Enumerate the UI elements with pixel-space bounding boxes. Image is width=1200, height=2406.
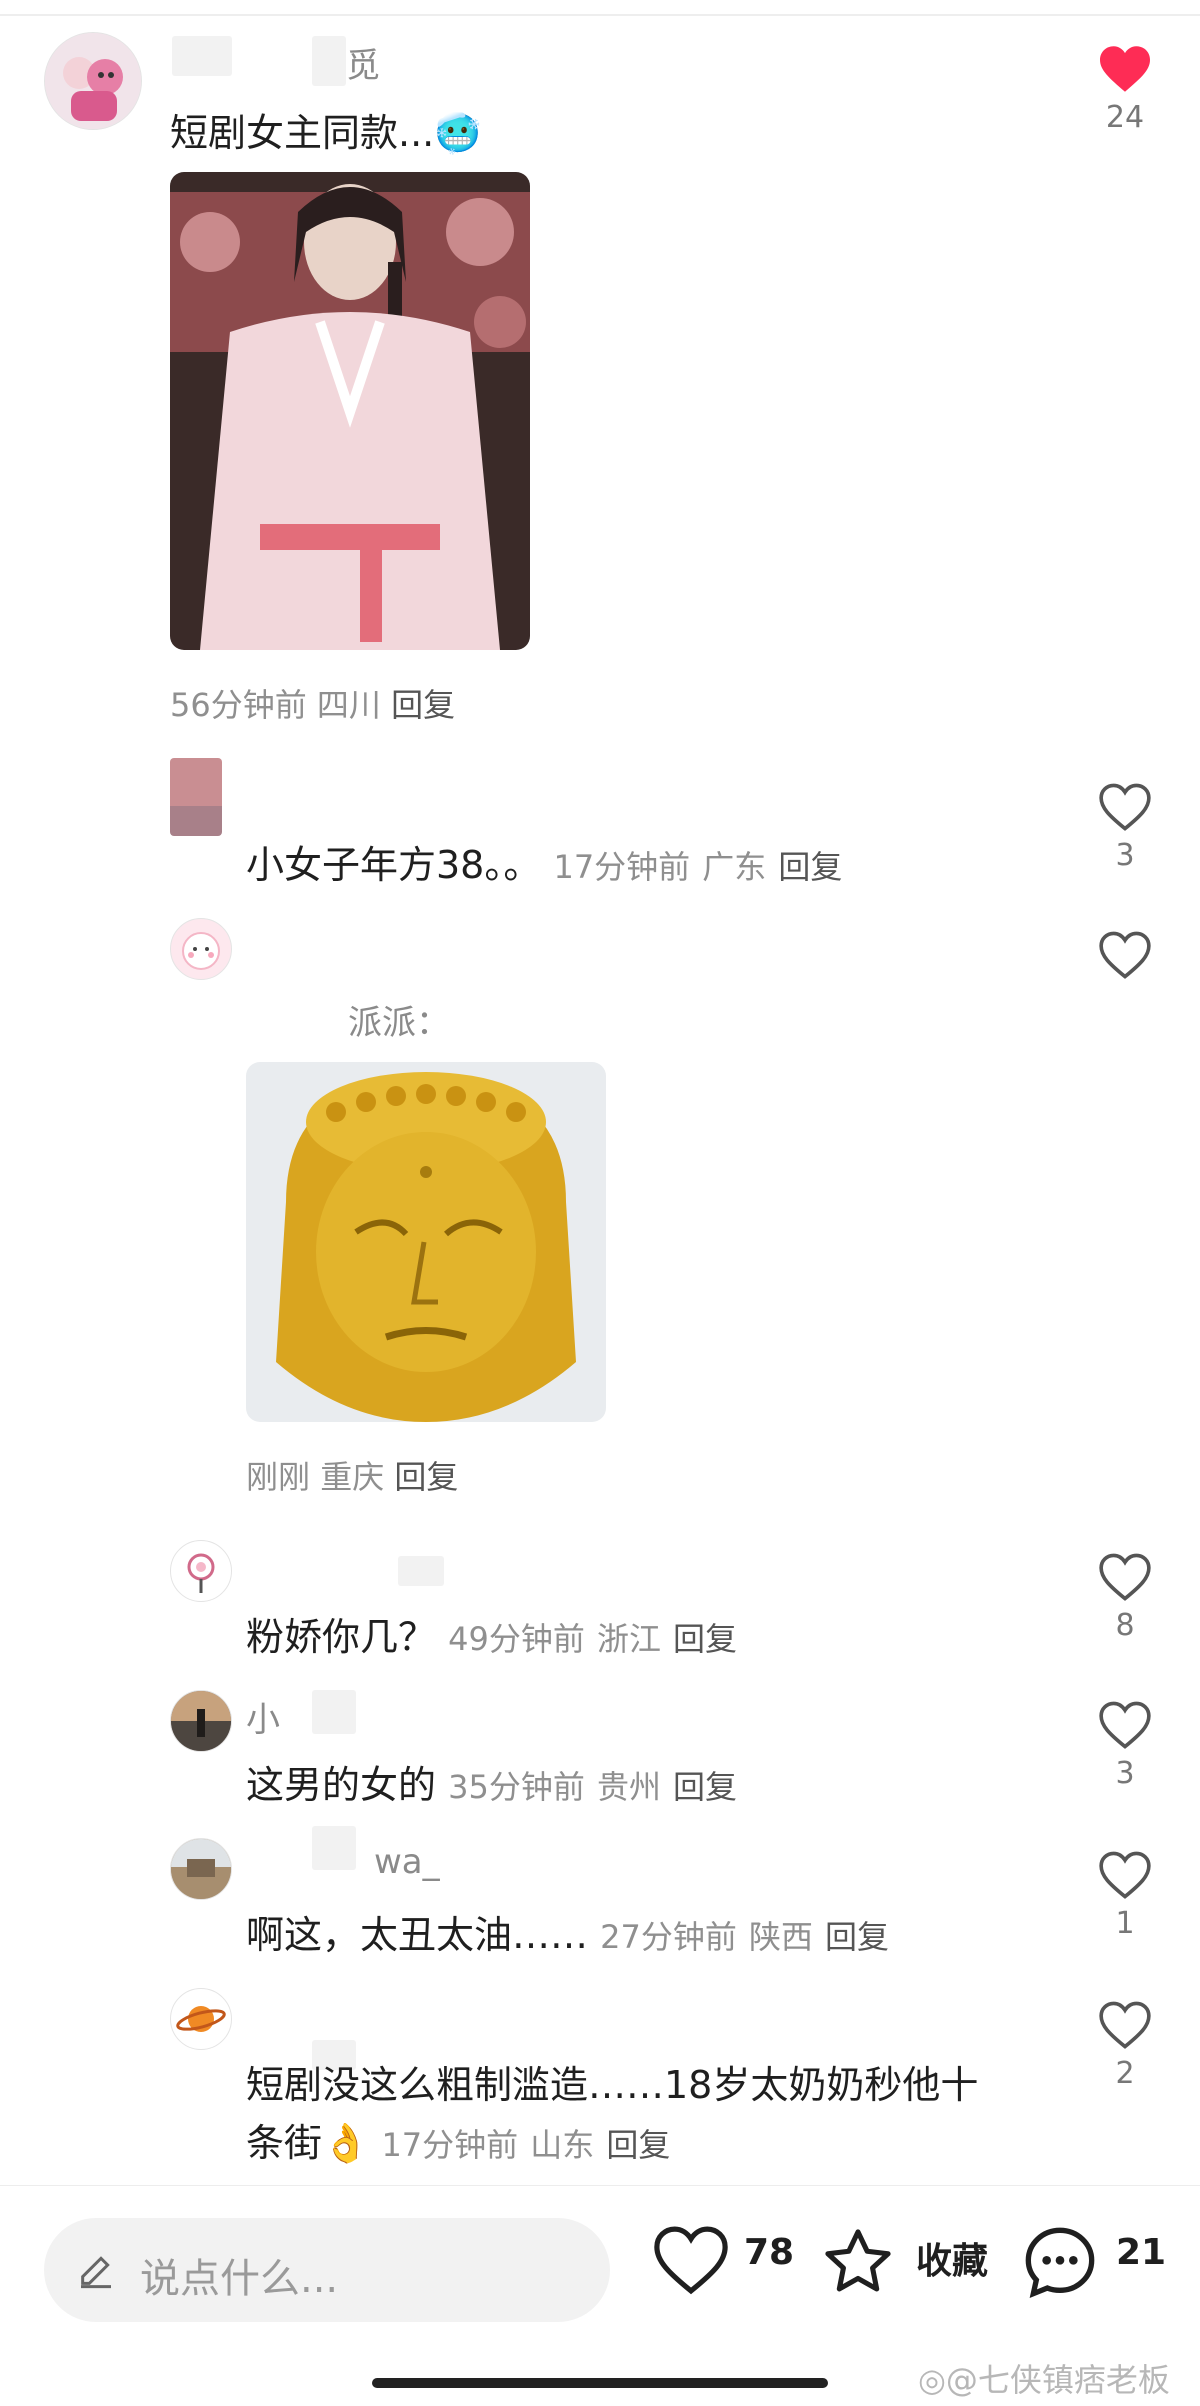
home-indicator[interactable] [372, 2378, 828, 2388]
like-count: 3 [1115, 838, 1135, 873]
avatar[interactable] [170, 918, 232, 980]
comment-text: 短剧女主同款...🥶 [170, 111, 482, 155]
edit-pen-icon [81, 2256, 111, 2289]
heart-icon [1099, 931, 1151, 979]
redacted-username [312, 1690, 356, 1734]
like-count: 24 [1105, 100, 1145, 135]
heart-icon [1099, 1851, 1151, 1899]
reply-button[interactable]: 回复 [673, 1768, 737, 1806]
heart-icon [654, 2226, 728, 2295]
reply-button[interactable]: 回复 [606, 2126, 670, 2164]
comment-text: 小女子年方38。。 17分钟前 广东 回复 [246, 843, 843, 887]
comment-input[interactable]: 说点什么... [44, 2218, 610, 2322]
post-like-count: 78 [744, 2232, 795, 2273]
heart-icon [1099, 1701, 1151, 1749]
comment-bubble-icon [1025, 2227, 1095, 2299]
like-button[interactable]: 2 [1090, 2000, 1160, 2091]
avatar[interactable] [170, 758, 222, 836]
redacted-username [312, 1826, 356, 1870]
collect-button[interactable]: 收藏 [820, 2224, 1000, 2314]
emoji: 🥶 [434, 111, 482, 155]
like-button[interactable]: 24 [1090, 44, 1160, 135]
weibo-icon: ◎ [918, 2361, 946, 2399]
like-count: 3 [1115, 1756, 1135, 1791]
input-placeholder: 说点什么... [140, 2256, 339, 2302]
like-button[interactable]: 1 [1090, 1850, 1160, 1941]
avatar-image [187, 1553, 215, 1593]
avatar-image [171, 1839, 231, 1899]
reply-button[interactable]: 回复 [778, 848, 842, 886]
comment-text-line2: 条街👌 17分钟前 山东 回复 [246, 2121, 671, 2165]
reply-button[interactable]: 回复 [825, 1918, 889, 1956]
planet-icon [176, 2006, 226, 2032]
watermark: ◎@七侠镇痞老板 [918, 2361, 1170, 2399]
redacted-username [398, 1556, 444, 1586]
avatar-image [171, 1691, 231, 1751]
avatar-image [45, 33, 141, 129]
avatar[interactable] [170, 1540, 232, 1602]
comment-text: 啊这，太丑太油…… 27分钟前 陕西 回复 [246, 1913, 890, 1957]
reply-button[interactable]: 回复 [391, 686, 455, 724]
avatar[interactable] [170, 1838, 232, 1900]
collect-label: 收藏 [916, 2241, 989, 2282]
comment-count: 21 [1116, 2232, 1167, 2273]
heart-icon [1099, 1553, 1151, 1601]
comment-meta: 刚刚 重庆 回复 [246, 1458, 459, 1496]
heart-icon [1099, 2001, 1151, 2049]
username-fragment[interactable]: 觅 [346, 38, 380, 87]
like-button[interactable]: 3 [1090, 1700, 1160, 1791]
username-fragment[interactable]: 小 [246, 1692, 280, 1741]
like-button[interactable]: 8 [1090, 1552, 1160, 1643]
like-button[interactable] [1090, 930, 1160, 986]
like-count: 2 [1115, 2056, 1135, 2091]
star-icon [825, 2229, 891, 2292]
username-fragment[interactable]: 派派： [348, 995, 450, 1044]
comment-text: 短剧没这么粗制滥造……18岁太奶奶秒他十 [246, 2063, 979, 2107]
like-button[interactable]: 3 [1090, 782, 1160, 873]
reply-button[interactable]: 回复 [673, 1620, 737, 1658]
heart-icon [1100, 46, 1150, 92]
like-count: 8 [1115, 1608, 1135, 1643]
post-like-button[interactable]: 78 [652, 2224, 798, 2314]
comment-count-button[interactable]: 21 [1020, 2222, 1180, 2312]
comment-text: 这男的女的 35分钟前 贵州 回复 [246, 1763, 738, 1807]
avatar[interactable] [44, 32, 142, 130]
emoji: 👌 [322, 2121, 370, 2165]
redacted-username [312, 36, 346, 86]
username-fragment[interactable]: wa_ [374, 1842, 440, 1882]
heart-icon [1099, 783, 1151, 831]
comment-image-pink-hanfu[interactable] [170, 172, 530, 650]
reply-button[interactable]: 回复 [394, 1458, 458, 1496]
top-divider [0, 14, 1200, 16]
like-count: 1 [1115, 1906, 1135, 1941]
comment-meta: 56分钟前 四川 回复 [170, 686, 456, 724]
comment-image-golden-buddha[interactable] [246, 1062, 606, 1422]
avatar-image [182, 932, 220, 970]
comment-text: 粉娇你几？ 49分钟前 浙江 回复 [246, 1615, 738, 1659]
avatar[interactable] [170, 1988, 232, 2050]
redacted-username [172, 36, 232, 76]
avatar[interactable] [170, 1690, 232, 1752]
